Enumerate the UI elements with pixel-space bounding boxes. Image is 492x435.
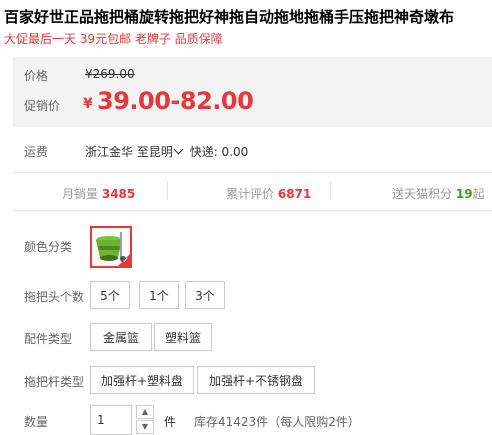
tmall-points-label: 送天猫积分 xyxy=(392,187,453,201)
monthly-sales-value: 3485 xyxy=(101,187,136,201)
accessory-label: 配件类型 xyxy=(24,332,73,346)
promo-price-label: 促销价 xyxy=(24,99,61,113)
shipping-origin: 浙江金华 xyxy=(85,145,134,159)
check-icon: ✓ xyxy=(122,256,129,265)
shipping-destination-select[interactable]: 至昆明 xyxy=(137,144,190,159)
monthly-sales-label: 月销量 xyxy=(62,187,99,201)
option-rod-steel-tray[interactable]: 加强杆+不锈钢盘 xyxy=(197,366,315,394)
mop-head-label: 拖把头个数 xyxy=(24,290,85,304)
original-price-label: 价格 xyxy=(24,69,49,83)
option-plastic-basket[interactable]: 塑料篮 xyxy=(154,323,212,351)
option-mop-head-5[interactable]: 5个 xyxy=(90,281,130,309)
option-rod-plastic-tray[interactable]: 加强杆+塑料盘 xyxy=(90,366,194,394)
color-label: 颜色分类 xyxy=(24,240,73,254)
divider xyxy=(13,210,492,211)
quantity-unit: 件 xyxy=(164,415,177,429)
color-swatch-selected[interactable]: ✓ xyxy=(90,226,132,268)
tmall-points-value: 19 xyxy=(455,187,473,201)
stat-separator xyxy=(330,182,331,200)
quantity-label-text: 数量 xyxy=(24,415,49,429)
shipping-label: 运费 xyxy=(24,145,49,159)
option-metal-basket[interactable]: 金属篮 xyxy=(90,323,152,351)
product-title: 百家好世正品拖把桶旋转拖把好神拖自动拖地拖桶手压拖把神奇墩布 xyxy=(4,8,455,26)
monthly-sales: 月销量 3485 xyxy=(62,185,135,202)
review-count-label[interactable]: 累计评价 xyxy=(226,187,274,201)
shipping-destination[interactable]: 至昆明 xyxy=(137,145,173,159)
quantity-decrease-button[interactable]: ▼ xyxy=(136,420,154,434)
quantity-increase-button[interactable]: ▲ xyxy=(136,405,154,419)
promo-price: 39.00-82.00 xyxy=(97,87,254,115)
shipping-method: 快递: 0.00 xyxy=(189,145,249,159)
chevron-down-icon[interactable] xyxy=(173,144,184,155)
review-count[interactable]: 累计评价 6871 xyxy=(226,185,311,202)
shipping-info: 浙江金华 至昆明 快递: 0.00 xyxy=(85,143,248,160)
tmall-points: 送天猫积分 19起 xyxy=(392,185,485,202)
rod-type-label: 拖把杆类型 xyxy=(24,375,85,389)
review-count-value[interactable]: 6871 xyxy=(278,187,311,201)
original-price: ¥269.00 xyxy=(85,67,135,81)
stat-separator xyxy=(167,182,168,200)
promo-line: 大促最后一天 39元包邮 老牌子 品质保障 xyxy=(4,32,223,46)
divider xyxy=(13,172,492,173)
tmall-points-suffix: 起 xyxy=(472,187,485,201)
purchase-limit: （每人限购2件） xyxy=(268,415,360,429)
currency-symbol: ¥ xyxy=(83,96,93,112)
stock-count: 库存41423件 xyxy=(194,415,269,429)
option-mop-head-1[interactable]: 1个 xyxy=(139,281,179,309)
option-mop-head-3[interactable]: 3个 xyxy=(185,281,225,309)
stock-info: 库存41423件（每人限购2件） xyxy=(194,413,360,430)
